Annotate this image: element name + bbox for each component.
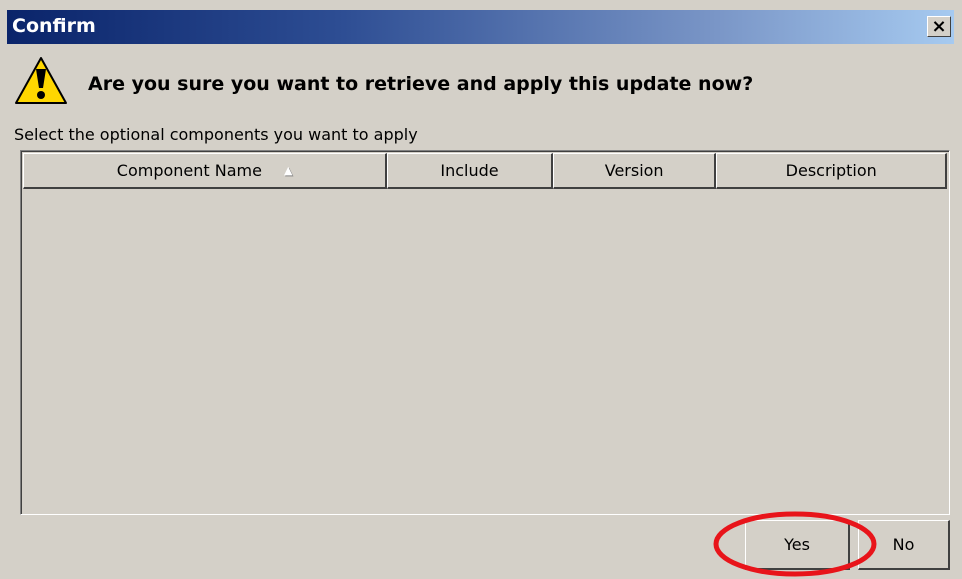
column-header-description[interactable]: Description	[716, 153, 947, 189]
no-button-label: No	[892, 535, 915, 554]
column-header-include[interactable]: Include	[387, 153, 553, 189]
list-header: Component Name ▲ Include Version Descrip…	[23, 153, 947, 189]
column-label: Include	[440, 161, 499, 180]
components-list[interactable]: Component Name ▲ Include Version Descrip…	[20, 150, 950, 515]
column-header-version[interactable]: Version	[552, 153, 717, 189]
sort-ascending-icon: ▲	[283, 164, 293, 177]
no-button[interactable]: No	[858, 520, 950, 570]
column-label: Component Name	[116, 161, 262, 180]
window-title: Confirm	[12, 15, 96, 37]
confirm-dialog: Confirm × Are you sure you want to retri…	[0, 0, 962, 579]
confirm-prompt: Are you sure you want to retrieve and ap…	[88, 73, 754, 95]
close-button[interactable]: ×	[927, 16, 951, 37]
yes-button-label: Yes	[784, 535, 810, 554]
column-label: Version	[604, 161, 664, 180]
yes-button[interactable]: Yes	[745, 520, 850, 570]
column-header-component-name[interactable]: Component Name ▲	[23, 153, 388, 189]
title-bar[interactable]: Confirm ×	[7, 10, 954, 44]
instruction-label: Select the optional components you want …	[14, 125, 418, 144]
column-label: Description	[785, 161, 877, 180]
warning-icon	[15, 57, 67, 104]
close-icon: ×	[931, 15, 947, 37]
